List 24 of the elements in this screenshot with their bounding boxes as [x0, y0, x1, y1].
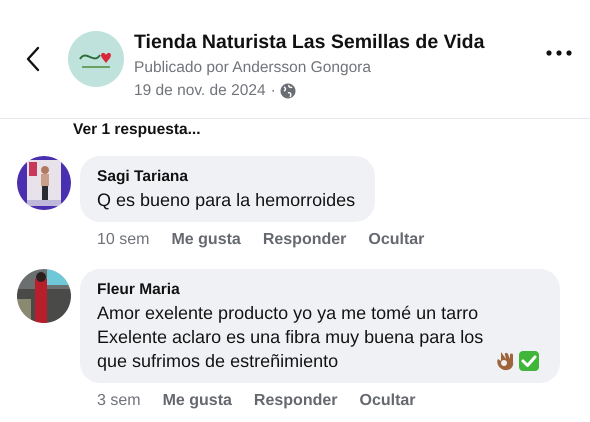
comment-action[interactable]: Responder	[254, 391, 338, 411]
comment-time: 10 sem	[97, 230, 150, 250]
comment-action[interactable]: Responder	[262, 230, 346, 250]
more-button[interactable]	[546, 50, 572, 56]
comment-action[interactable]: Me gusta	[162, 391, 232, 411]
comment-action[interactable]: Me gusta	[171, 230, 241, 250]
post-date: 19 de nov. de 2024	[134, 81, 266, 101]
separator-dot: ·	[270, 81, 276, 101]
comment-author[interactable]: Sagi Tariana	[97, 166, 356, 188]
comment-text: Amor exelente producto yo ya me tomé un tarro Exelente aclaro es una fibra muy buena para los que sufrimos de estreñimiento	[97, 302, 484, 373]
comment-time: 3 sem	[97, 391, 141, 411]
posted-by: Publicado por Andersson Gongora	[134, 58, 372, 78]
ok-hand-icon	[495, 350, 515, 372]
logo-icon	[68, 31, 124, 87]
comment-action[interactable]: Ocultar	[360, 391, 416, 411]
check-icon	[518, 350, 540, 372]
page-name[interactable]: Tienda Naturista Las Semillas de Vida	[134, 30, 484, 54]
view-replies-link[interactable]: Ver 1 respuesta...	[73, 121, 201, 139]
comment-action[interactable]: Ocultar	[368, 230, 424, 250]
comment-author[interactable]: Fleur Maria	[97, 279, 540, 301]
comment-text: Q es bueno para la hemorroides	[97, 189, 356, 212]
globe-icon	[280, 83, 296, 99]
more-icon	[546, 50, 572, 56]
back-icon	[26, 46, 40, 72]
